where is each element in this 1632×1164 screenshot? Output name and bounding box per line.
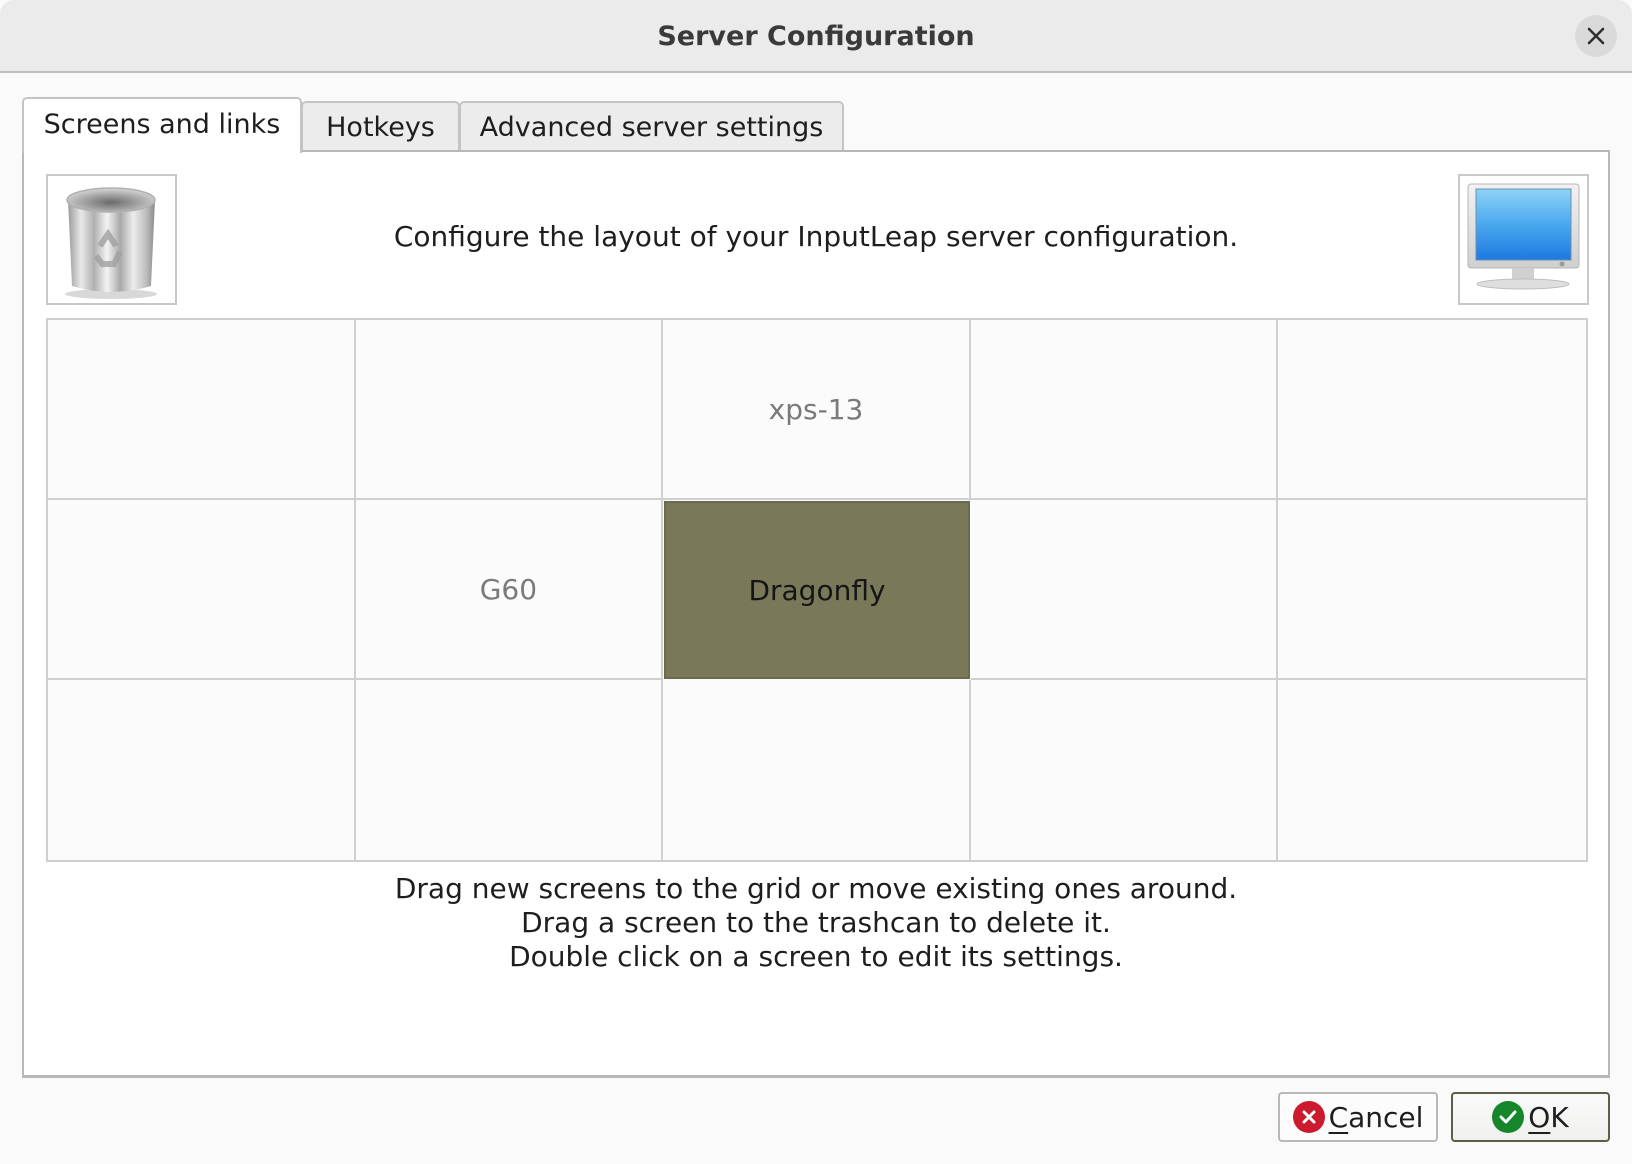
- help-text: Drag new screens to the grid or move exi…: [24, 872, 1608, 974]
- ok-mnemonic: O: [1528, 1100, 1551, 1134]
- close-button[interactable]: [1575, 15, 1617, 57]
- ok-check-icon: [1492, 1101, 1525, 1133]
- ok-label: K: [1550, 1100, 1569, 1134]
- grid-cell[interactable]: [356, 680, 664, 860]
- title-bar: Server Configuration: [0, 0, 1632, 73]
- tab-hotkeys[interactable]: Hotkeys: [301, 101, 460, 151]
- trashcan-icon: [65, 187, 157, 299]
- screen-g60[interactable]: G60: [355, 500, 664, 680]
- tab-screens-and-links[interactable]: Screens and links: [22, 97, 302, 153]
- grid-cell[interactable]: [971, 680, 1279, 860]
- grid-cell[interactable]: [1278, 320, 1586, 500]
- monitor-icon: [1467, 183, 1580, 290]
- help-line: Drag a screen to the trashcan to delete …: [521, 906, 1111, 939]
- cancel-icon: [1292, 1101, 1325, 1133]
- grid-cell[interactable]: [663, 680, 971, 860]
- new-screen-drag-source[interactable]: [1458, 174, 1589, 305]
- screen-xps-13[interactable]: xps-13: [663, 320, 971, 500]
- cancel-mnemonic: C: [1328, 1100, 1349, 1134]
- window-title: Server Configuration: [657, 21, 975, 52]
- help-line: Double click on a screen to edit its set…: [509, 940, 1123, 973]
- trashcan-drop-target[interactable]: [46, 174, 177, 305]
- help-line: Drag new screens to the grid or move exi…: [394, 872, 1238, 905]
- screen-layout-grid[interactable]: xps-13 G60 Dragonfly: [46, 318, 1588, 862]
- ok-button[interactable]: OK: [1451, 1092, 1610, 1142]
- tab-advanced-server-settings[interactable]: Advanced server settings: [459, 101, 844, 151]
- screens-and-links-panel: Configure the layout of your InputLeap s…: [22, 150, 1610, 1078]
- grid-cell[interactable]: [48, 500, 356, 680]
- grid-cell[interactable]: [48, 320, 356, 500]
- screen-dragonfly-server[interactable]: Dragonfly: [664, 501, 970, 679]
- close-icon: [1587, 27, 1605, 45]
- grid-cell[interactable]: [355, 320, 664, 500]
- grid-cell[interactable]: [48, 680, 356, 860]
- grid-cell[interactable]: [1278, 680, 1586, 860]
- layout-intro-text: Configure the layout of your InputLeap s…: [393, 220, 1239, 253]
- grid-cell[interactable]: [970, 500, 1279, 680]
- cancel-button[interactable]: Cancel: [1278, 1092, 1438, 1142]
- grid-cell[interactable]: [970, 320, 1279, 500]
- grid-cell[interactable]: [1278, 500, 1586, 680]
- cancel-label: ancel: [1348, 1100, 1424, 1134]
